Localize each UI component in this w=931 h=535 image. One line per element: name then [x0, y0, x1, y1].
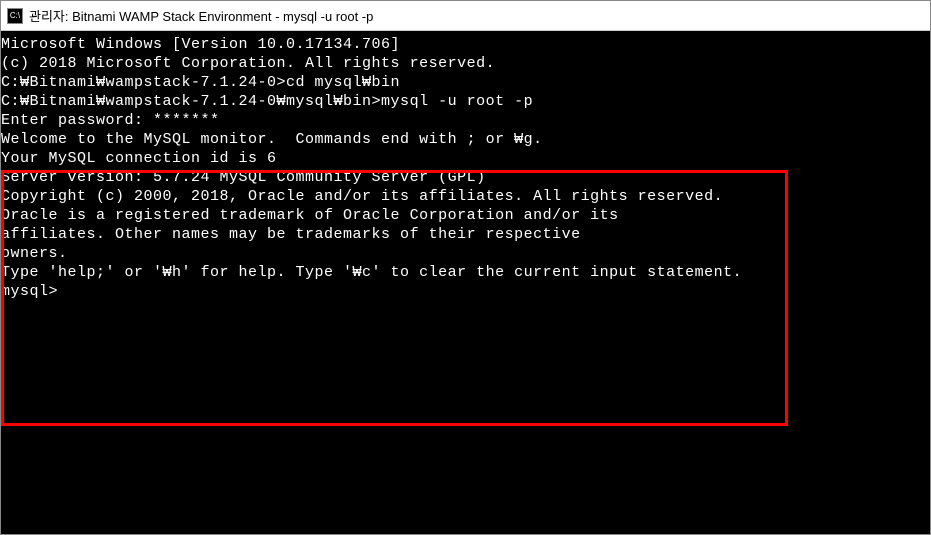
window-title: 관리자: Bitnami WAMP Stack Environment - my…: [29, 6, 373, 25]
terminal-prompt[interactable]: mysql>: [1, 282, 930, 301]
terminal-area[interactable]: Microsoft Windows [Version 10.0.17134.70…: [1, 31, 930, 534]
titlebar[interactable]: C:\ 관리자: Bitnami WAMP Stack Environment …: [1, 1, 930, 31]
terminal-line: affiliates. Other names may be trademark…: [1, 225, 930, 244]
terminal-line: C:₩Bitnami₩wampstack-7.1.24-0>cd mysql₩b…: [1, 73, 930, 92]
terminal-line: (c) 2018 Microsoft Corporation. All righ…: [1, 54, 930, 73]
window-frame: C:\ 관리자: Bitnami WAMP Stack Environment …: [0, 0, 931, 535]
terminal-line: Microsoft Windows [Version 10.0.17134.70…: [1, 35, 930, 54]
cmd-icon: C:\: [7, 8, 23, 24]
terminal-line: Server version: 5.7.24 MySQL Community S…: [1, 168, 930, 187]
terminal-line: C:₩Bitnami₩wampstack-7.1.24-0₩mysql₩bin>…: [1, 92, 930, 111]
terminal-line: Welcome to the MySQL monitor. Commands e…: [1, 130, 930, 149]
terminal-line: Oracle is a registered trademark of Orac…: [1, 206, 930, 225]
terminal-line: Type 'help;' or '₩h' for help. Type '₩c'…: [1, 263, 930, 282]
terminal-line: Enter password: *******: [1, 111, 930, 130]
terminal-line: Your MySQL connection id is 6: [1, 149, 930, 168]
terminal-line: owners.: [1, 244, 930, 263]
terminal-line: Copyright (c) 2000, 2018, Oracle and/or …: [1, 187, 930, 206]
